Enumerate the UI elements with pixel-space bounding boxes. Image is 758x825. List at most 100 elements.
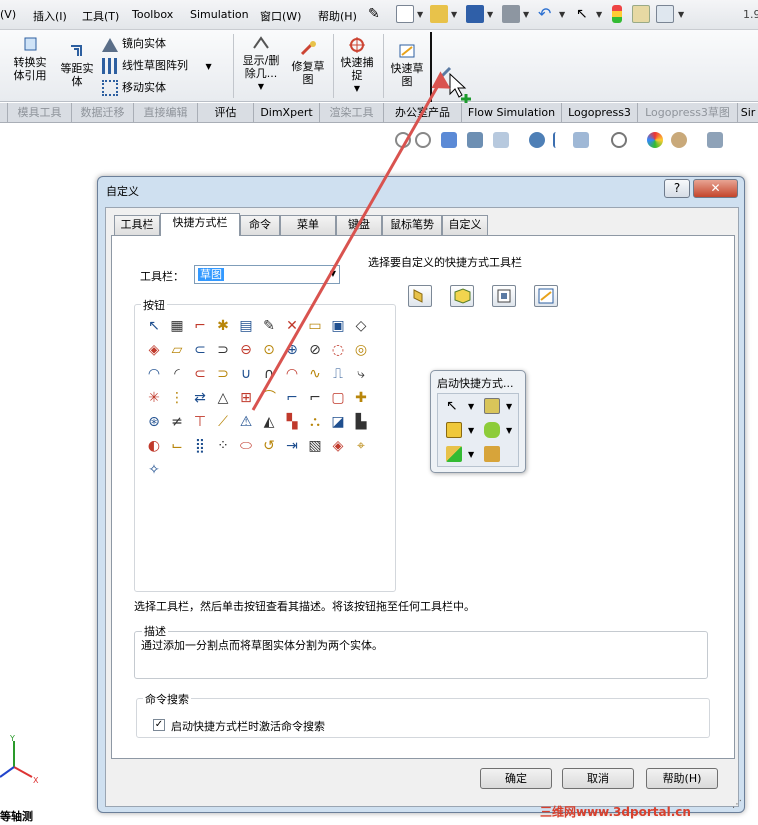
tab-office-products[interactable]: 办公室产品 [384, 103, 462, 123]
options-icon[interactable] [656, 5, 674, 23]
sketch-tool-icon[interactable]: ∩ [260, 365, 278, 383]
help-button[interactable]: 帮助(H) [646, 768, 718, 789]
tab-keyboard[interactable]: 键盘 [336, 215, 382, 235]
sketch-tool-icon[interactable]: ▚ [283, 413, 301, 431]
sketch-tool-icon[interactable]: ◪ [329, 413, 347, 431]
sketch-tool-icon[interactable]: ⊕ [283, 341, 301, 359]
sketch-tool-icon[interactable]: ↖ [145, 317, 163, 335]
tab-commands[interactable]: 命令 [240, 215, 280, 235]
scene-icon[interactable] [671, 132, 687, 148]
sketch-tool-icon[interactable]: ⇥ [283, 437, 301, 455]
rebuild-traffic-light-icon[interactable] [612, 5, 622, 23]
tab-flow-simulation[interactable]: Flow Simulation [462, 103, 562, 123]
menu-insert[interactable]: 插入(I) [33, 8, 67, 24]
sketch-tool-icon[interactable]: ⚠ [237, 413, 255, 431]
mirror-entities-button[interactable]: 镜向实体 [102, 35, 166, 52]
sketch-tool-icon[interactable]: ⌐ [191, 317, 209, 335]
part-shortcut-toolbar-icon[interactable] [450, 285, 474, 307]
sketch-tool-icon[interactable]: ◇ [352, 317, 370, 335]
sketch-tool-icon[interactable]: ◜ [168, 365, 186, 383]
sketch-tool-icon[interactable]: ▭ [306, 317, 324, 335]
convert-entities-button[interactable]: 转换实 体引用 [10, 36, 50, 82]
tab-logopress3-sketch[interactable]: Logopress3草图 [638, 103, 738, 123]
ok-button[interactable]: 确定 [480, 768, 552, 789]
reference-geometry-icon[interactable] [446, 446, 462, 462]
sketch-tool-icon[interactable]: ⌐ [306, 389, 324, 407]
sketch-tool-icon[interactable]: ⊃ [214, 365, 232, 383]
new-document-icon[interactable] [396, 5, 414, 23]
tab-sim[interactable]: Sir [738, 103, 758, 123]
sketch-tool-icon[interactable]: ∿ [306, 365, 324, 383]
toolbar-select[interactable]: 草图 ▼ [194, 265, 340, 284]
sketch-tool-icon[interactable]: ↺ [260, 437, 278, 455]
sketch-tool-icon[interactable]: ◎ [352, 341, 370, 359]
sketch-tool-icon[interactable]: ⇄ [191, 389, 209, 407]
chevron-down-icon[interactable]: ▼ [417, 10, 423, 19]
sketch-tool-icon[interactable]: ∪ [237, 365, 255, 383]
linear-pattern-button[interactable]: 线性草图阵列 ▼ [102, 57, 212, 74]
sketch-tool-icon[interactable]: ⊙ [260, 341, 278, 359]
chevron-down-icon[interactable]: ▼ [506, 426, 512, 435]
sketch-tool-icon[interactable]: ✎ [260, 317, 278, 335]
resize-grip-icon[interactable]: ⋰ [732, 799, 742, 810]
menu-view[interactable]: (V) [0, 8, 16, 21]
sketch-tool-icon[interactable]: ⊘ [306, 341, 324, 359]
assembly-shortcut-toolbar-icon[interactable] [492, 285, 516, 307]
tab-shortcut-bars[interactable]: 快捷方式栏 [160, 213, 240, 236]
sketch-tool-icon[interactable]: ✱ [214, 317, 232, 335]
chevron-down-icon[interactable]: ▼ [487, 10, 493, 19]
apply-scene-icon[interactable] [611, 132, 627, 148]
sketch-tool-icon[interactable]: ▧ [306, 437, 324, 455]
sketch-tool-icon[interactable]: ⣿ [191, 437, 209, 455]
select-cursor-icon[interactable]: ↖ [446, 398, 462, 414]
tab-direct-edit[interactable]: 直接编辑 [134, 103, 198, 123]
sketch-tool-icon[interactable]: ⋮ [168, 389, 186, 407]
sketch-tool-icon[interactable]: ▦ [168, 317, 186, 335]
chevron-down-icon[interactable]: ▼ [468, 450, 474, 459]
sketch-tool-icon[interactable]: ✚ [352, 389, 370, 407]
menu-toolbox[interactable]: Toolbox [132, 8, 173, 21]
chevron-down-icon[interactable]: ▼ [506, 402, 512, 411]
appearance-icon[interactable] [647, 132, 663, 148]
select-cursor-icon[interactable]: ↖ [576, 5, 594, 23]
sketch-shortcut-toolbar-icon[interactable] [408, 285, 432, 307]
tab-render-tools[interactable]: 渲染工具 [320, 103, 384, 123]
features-icon[interactable] [484, 422, 500, 438]
tab-menus[interactable]: 菜单 [280, 215, 336, 235]
sketch-tool-icon[interactable]: ✧ [145, 461, 163, 479]
menu-simulation[interactable]: Simulation [190, 8, 249, 21]
file-properties-icon[interactable] [632, 5, 650, 23]
quick-snaps-button[interactable]: 快速捕 捉 ▼ [337, 36, 377, 95]
sketch-tool-icon[interactable]: ▱ [168, 341, 186, 359]
menu-window[interactable]: 窗口(W) [260, 8, 301, 24]
tab-mouse-gestures[interactable]: 鼠标笔势 [382, 215, 442, 235]
sketch-icon[interactable] [446, 422, 462, 438]
chevron-down-icon[interactable]: ▼ [559, 10, 565, 19]
tab-dimxpert[interactable]: DimXpert [254, 103, 320, 123]
sketch-tool-icon[interactable]: ⟋ [214, 413, 232, 431]
zoom-area-icon[interactable] [415, 132, 431, 148]
sketch-tool-icon[interactable]: ⊞ [237, 389, 255, 407]
menu-tools[interactable]: 工具(T) [82, 8, 119, 24]
tab-logopress3[interactable]: Logopress3 [562, 103, 638, 123]
sketch-tool-icon[interactable]: ⌙ [168, 437, 186, 455]
sketch-tool-icon[interactable]: ▤ [237, 317, 255, 335]
chevron-down-icon[interactable]: ▼ [678, 10, 684, 19]
help-title-button[interactable]: ? [664, 179, 690, 198]
chevron-down-icon[interactable]: ▼ [337, 82, 377, 95]
sketch-tool-icon[interactable]: △ [214, 389, 232, 407]
sketch-tool-icon[interactable]: ⤷ [352, 365, 370, 383]
sketch-tool-icon[interactable]: ⌖ [352, 437, 370, 455]
sketch-tool-icon[interactable]: ⊖ [237, 341, 255, 359]
edit-appearance-icon[interactable] [573, 132, 589, 148]
chevron-down-icon[interactable]: ▼ [330, 269, 336, 278]
sketch-tool-icon[interactable]: ✕ [283, 317, 301, 335]
sketch-tool-icon[interactable]: ⬭ [237, 437, 255, 455]
sketch-tool-icon[interactable]: ◐ [145, 437, 163, 455]
sketch-tool-icon[interactable]: ◌ [329, 341, 347, 359]
chevron-down-icon[interactable]: ▼ [468, 402, 474, 411]
menu-help[interactable]: 帮助(H) [318, 8, 357, 24]
sketch-tool-icon[interactable]: ◭ [260, 413, 278, 431]
offset-entities-button[interactable]: 等距实 体 [56, 42, 98, 88]
sketch-tool-icon[interactable]: ✳ [145, 389, 163, 407]
